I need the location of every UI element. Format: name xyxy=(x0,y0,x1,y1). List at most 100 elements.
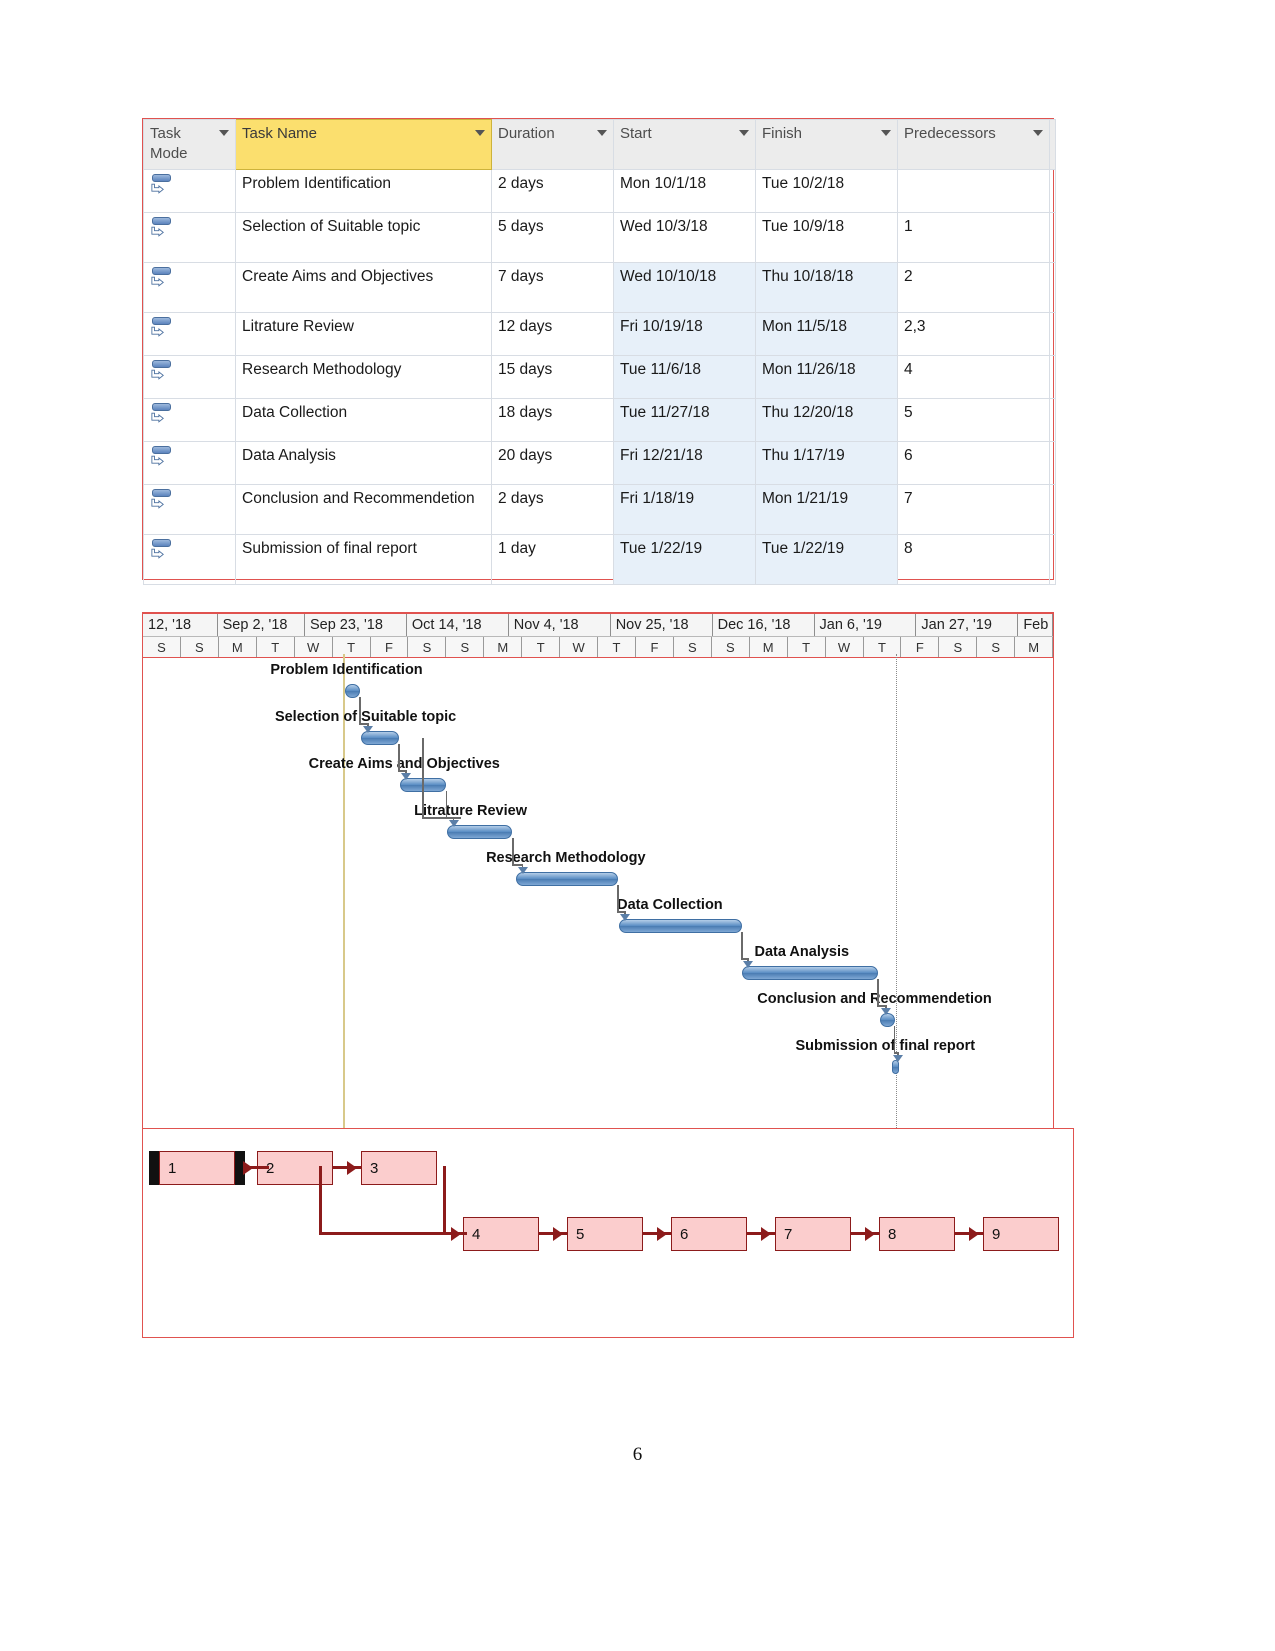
cell-task-mode[interactable] xyxy=(143,440,236,485)
cell-task-name[interactable]: Submission of final report xyxy=(235,533,492,585)
network-node[interactable]: 1 xyxy=(159,1151,235,1185)
auto-schedule-icon[interactable] xyxy=(150,216,172,241)
network-node[interactable]: 9 xyxy=(983,1217,1059,1251)
cell-finish[interactable]: Thu 12/20/18 xyxy=(755,397,898,442)
table-row[interactable]: Submission of final report 1 day Tue 1/22/… xyxy=(143,533,1056,585)
column-header-start[interactable]: Start xyxy=(613,119,756,170)
table-row[interactable]: Create Aims and Objectives 7 days Wed 10/1… xyxy=(143,261,1056,313)
chevron-down-icon[interactable] xyxy=(219,130,229,136)
cell-duration[interactable]: 1 day xyxy=(491,533,614,585)
cell-duration[interactable]: 15 days xyxy=(491,354,614,399)
table-row[interactable]: Data Analysis 20 days Fri 12/21/18 Thu 1/17… xyxy=(143,440,1056,485)
gantt-bar[interactable] xyxy=(361,731,399,745)
cell-duration[interactable]: 2 days xyxy=(491,168,614,213)
cell-start[interactable]: Wed 10/10/18 xyxy=(613,261,756,313)
network-node[interactable]: 6 xyxy=(671,1217,747,1251)
cell-finish[interactable]: Mon 1/21/19 xyxy=(755,483,898,535)
network-node[interactable]: 5 xyxy=(567,1217,643,1251)
cell-duration[interactable]: 7 days xyxy=(491,261,614,313)
auto-schedule-icon[interactable] xyxy=(150,402,172,427)
cell-predecessors[interactable]: 8 xyxy=(897,533,1050,585)
auto-schedule-icon[interactable] xyxy=(150,488,172,513)
gantt-bar[interactable] xyxy=(446,825,513,839)
table-row[interactable]: Research Methodology 15 days Tue 11/6/18 Mo… xyxy=(143,354,1056,399)
chevron-down-icon[interactable] xyxy=(475,130,485,136)
chevron-down-icon[interactable] xyxy=(881,130,891,136)
network-node[interactable]: 3 xyxy=(361,1151,437,1185)
cell-task-mode[interactable] xyxy=(143,261,236,313)
cell-task-name[interactable]: Conclusion and Recommendetion xyxy=(235,483,492,535)
auto-schedule-icon[interactable] xyxy=(150,266,172,291)
cell-predecessors[interactable]: 1 xyxy=(897,211,1050,263)
gantt-bar[interactable] xyxy=(741,966,879,980)
cell-task-name[interactable]: Create Aims and Objectives xyxy=(235,261,492,313)
auto-schedule-icon[interactable] xyxy=(150,173,172,198)
network-node[interactable]: 8 xyxy=(879,1217,955,1251)
auto-schedule-icon[interactable] xyxy=(150,359,172,384)
cell-predecessors[interactable]: 2,3 xyxy=(897,311,1050,356)
cell-task-name[interactable]: Data Collection xyxy=(235,397,492,442)
cell-start[interactable]: Fri 12/21/18 xyxy=(613,440,756,485)
cell-task-mode[interactable] xyxy=(143,354,236,399)
network-node[interactable]: 7 xyxy=(775,1217,851,1251)
cell-task-name[interactable]: Research Methodology xyxy=(235,354,492,399)
chevron-down-icon[interactable] xyxy=(1033,130,1043,136)
cell-task-name[interactable]: Litrature Review xyxy=(235,311,492,356)
cell-finish[interactable]: Mon 11/5/18 xyxy=(755,311,898,356)
table-row[interactable]: Litrature Review 12 days Fri 10/19/18 Mon 1… xyxy=(143,311,1056,356)
cell-start[interactable]: Tue 11/6/18 xyxy=(613,354,756,399)
auto-schedule-icon[interactable] xyxy=(150,316,172,341)
cell-finish[interactable]: Thu 1/17/19 xyxy=(755,440,898,485)
cell-duration[interactable]: 18 days xyxy=(491,397,614,442)
cell-predecessors[interactable]: 7 xyxy=(897,483,1050,535)
gantt-bar[interactable] xyxy=(891,1060,900,1074)
cell-start[interactable]: Tue 11/27/18 xyxy=(613,397,756,442)
gantt-bar[interactable] xyxy=(880,1013,895,1027)
cell-predecessors[interactable]: 4 xyxy=(897,354,1050,399)
cell-start[interactable]: Fri 10/19/18 xyxy=(613,311,756,356)
cell-predecessors[interactable]: 5 xyxy=(897,397,1050,442)
auto-schedule-icon[interactable] xyxy=(150,538,172,563)
cell-duration[interactable]: 5 days xyxy=(491,211,614,263)
cell-finish[interactable]: Thu 10/18/18 xyxy=(755,261,898,313)
cell-task-name[interactable]: Data Analysis xyxy=(235,440,492,485)
column-header-task-name[interactable]: Task Name xyxy=(235,119,492,170)
cell-task-mode[interactable] xyxy=(143,397,236,442)
cell-finish[interactable]: Tue 10/2/18 xyxy=(755,168,898,213)
table-row[interactable]: Problem Identification 2 days Mon 10/1/18 T… xyxy=(143,168,1056,213)
cell-finish[interactable]: Tue 1/22/19 xyxy=(755,533,898,585)
gantt-bar[interactable] xyxy=(345,684,360,698)
table-row[interactable]: Selection of Suitable topic 5 days Wed 10/… xyxy=(143,211,1056,263)
table-row[interactable]: Conclusion and Recommendetion 2 days Fri 1… xyxy=(143,483,1056,535)
cell-duration[interactable]: 12 days xyxy=(491,311,614,356)
cell-start[interactable]: Tue 1/22/19 xyxy=(613,533,756,585)
cell-task-name[interactable]: Problem Identification xyxy=(235,168,492,213)
gantt-bar[interactable] xyxy=(618,919,742,933)
cell-start[interactable]: Fri 1/18/19 xyxy=(613,483,756,535)
chevron-down-icon[interactable] xyxy=(739,130,749,136)
column-header-duration[interactable]: Duration xyxy=(491,119,614,170)
column-header-finish[interactable]: Finish xyxy=(755,119,898,170)
gantt-bar[interactable] xyxy=(516,872,618,886)
column-header-task-mode[interactable]: Task Mode xyxy=(143,119,236,170)
cell-finish[interactable]: Tue 10/9/18 xyxy=(755,211,898,263)
cell-task-mode[interactable] xyxy=(143,168,236,213)
cell-task-mode[interactable] xyxy=(143,533,236,585)
cell-start[interactable]: Mon 10/1/18 xyxy=(613,168,756,213)
cell-duration[interactable]: 2 days xyxy=(491,483,614,535)
network-node[interactable]: 4 xyxy=(463,1217,539,1251)
cell-finish[interactable]: Mon 11/26/18 xyxy=(755,354,898,399)
table-row[interactable]: Data Collection 18 days Tue 11/27/18 Thu 12… xyxy=(143,397,1056,442)
cell-predecessors[interactable]: 6 xyxy=(897,440,1050,485)
cell-task-mode[interactable] xyxy=(143,311,236,356)
column-header-predecessors[interactable]: Predecessors xyxy=(897,119,1050,170)
auto-schedule-icon[interactable] xyxy=(150,445,172,470)
cell-duration[interactable]: 20 days xyxy=(491,440,614,485)
cell-task-name[interactable]: Selection of Suitable topic xyxy=(235,211,492,263)
cell-task-mode[interactable] xyxy=(143,483,236,535)
chevron-down-icon[interactable] xyxy=(597,130,607,136)
cell-start[interactable]: Wed 10/3/18 xyxy=(613,211,756,263)
cell-task-mode[interactable] xyxy=(143,211,236,263)
cell-predecessors[interactable]: 2 xyxy=(897,261,1050,313)
cell-predecessors[interactable] xyxy=(897,168,1050,213)
